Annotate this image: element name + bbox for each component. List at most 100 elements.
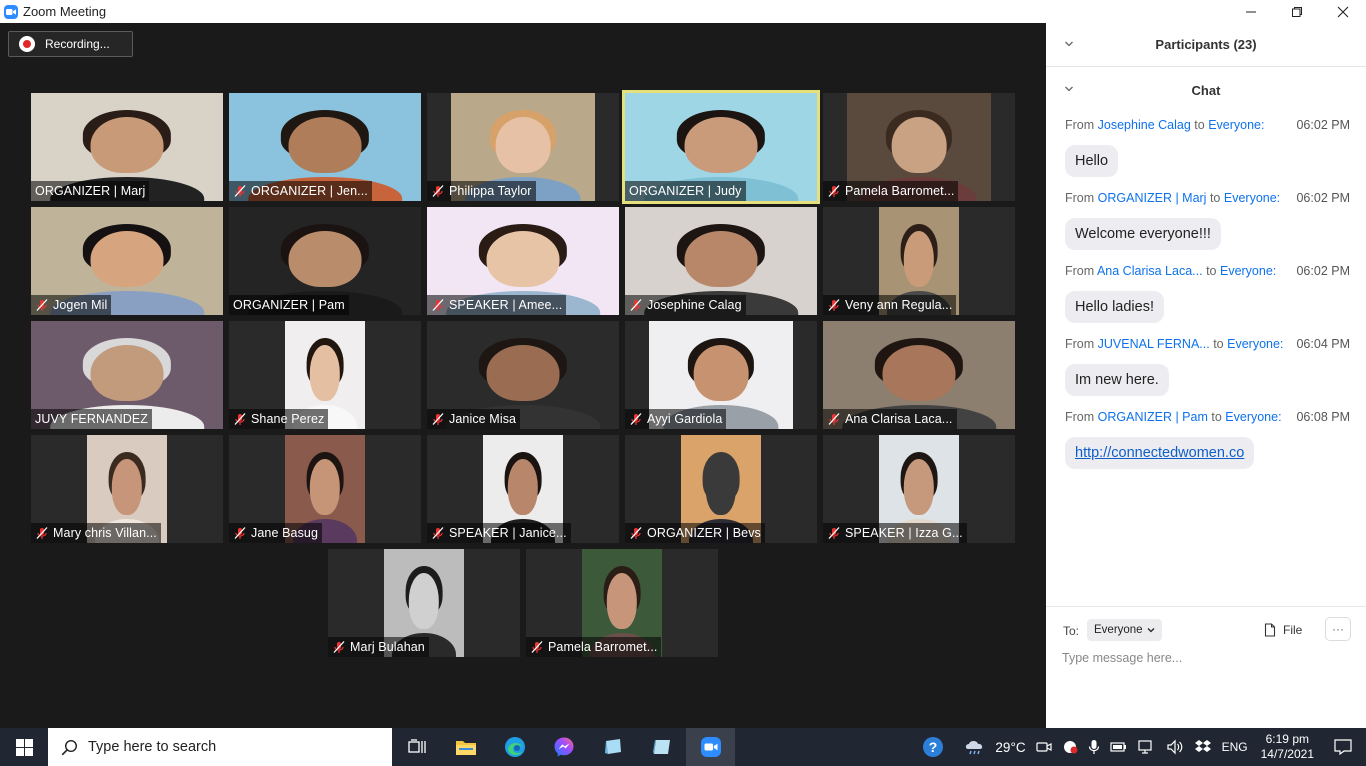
from-label: From [1065, 337, 1095, 351]
mic-muted-icon [332, 640, 346, 654]
chat-recipient[interactable]: Everyone: [1225, 410, 1281, 424]
participant-tile[interactable]: SPEAKER | Amee... [427, 207, 619, 315]
chat-link[interactable]: http://connectedwomen.co [1065, 437, 1255, 469]
volume-icon [1166, 739, 1182, 755]
participant-name: ORGANIZER | Jen... [251, 184, 368, 198]
chat-recipient[interactable]: Everyone: [1208, 118, 1264, 132]
mic-muted-icon [827, 184, 841, 198]
edge-browser-button[interactable] [490, 728, 539, 766]
mic-muted-icon [827, 298, 841, 312]
participant-tile[interactable]: Marj Bulahan [328, 549, 520, 657]
chat-recipient[interactable]: Everyone: [1224, 191, 1280, 205]
help-button[interactable]: ? [917, 728, 949, 766]
participant-name-tag: ORGANIZER | Bevs [625, 523, 765, 543]
mic-muted-icon [827, 526, 841, 540]
participant-tile[interactable]: Mary chris Villan... [31, 435, 223, 543]
weather-temperature: 29°C [995, 739, 1026, 755]
input-language[interactable]: ENG [1217, 728, 1253, 766]
meet-now-button[interactable] [1031, 728, 1057, 766]
task-view-button[interactable] [392, 728, 441, 766]
mic-muted-icon [629, 412, 643, 426]
maximize-button[interactable] [1274, 0, 1320, 23]
chat-sender[interactable]: ORGANIZER | Pam [1098, 410, 1208, 424]
close-button[interactable] [1320, 0, 1366, 23]
participant-name-tag: ORGANIZER | Pam [229, 295, 349, 315]
participant-tile[interactable]: Philippa Taylor [427, 93, 619, 201]
chat-recipient[interactable]: Everyone: [1227, 337, 1283, 351]
taskbar-search[interactable]: Type here to search [48, 728, 392, 766]
recipient-dropdown[interactable]: Everyone [1087, 619, 1162, 641]
chat-sender[interactable]: ORGANIZER | Marj [1098, 191, 1207, 205]
chat-message-input[interactable] [1062, 651, 1352, 665]
sticky-notes-button[interactable] [588, 728, 637, 766]
file-button[interactable]: File [1264, 619, 1302, 641]
chat-message-meta: From ORGANIZER | Pam to Everyone: 06:08 P… [1065, 410, 1350, 428]
participant-tile[interactable]: Janice Misa [427, 321, 619, 429]
participant-tile[interactable]: Ayyi Gardiola [625, 321, 817, 429]
chat-sender[interactable]: JUVENAL FERNA... [1098, 337, 1210, 351]
network-icon [1137, 740, 1152, 754]
more-icon: ··· [1332, 622, 1344, 636]
dropbox-tray-button[interactable] [1189, 728, 1217, 766]
file-explorer-button[interactable] [441, 728, 490, 766]
participant-tile[interactable]: ORGANIZER | Bevs [625, 435, 817, 543]
participant-name: Veny ann Regula... [845, 298, 953, 312]
weather-widget[interactable]: 29°C [949, 728, 1030, 766]
participant-name-tag: Jane Basug [229, 523, 323, 543]
participant-tile[interactable]: Pamela Barromet... [823, 93, 1015, 201]
participant-tile[interactable]: Shane Perez [229, 321, 421, 429]
participant-tile[interactable]: Veny ann Regula... [823, 207, 1015, 315]
participant-tile[interactable]: ORGANIZER | Jen... [229, 93, 421, 201]
folder-icon [455, 741, 476, 755]
sticky-notes-icon [604, 739, 621, 754]
participant-name: Pamela Barromet... [548, 640, 658, 654]
chat-message-meta: From Ana Clarisa Laca... to Everyone: 06:… [1065, 264, 1350, 282]
notification-center-button[interactable] [1322, 728, 1366, 766]
volume-tray-button[interactable] [1161, 728, 1189, 766]
participants-header[interactable]: Participants (23) [1046, 23, 1366, 67]
battery-tray-button[interactable] [1105, 728, 1133, 766]
participant-tile[interactable]: ORGANIZER | Pam [229, 207, 421, 315]
chat-message-meta: From ORGANIZER | Marj to Everyone: 06:02 … [1065, 191, 1350, 209]
participant-name-tag: Pamela Barromet... [823, 181, 959, 201]
mic-muted-icon [35, 298, 49, 312]
zoom-taskbar-button[interactable] [686, 728, 735, 766]
participant-tile[interactable]: SPEAKER | Janice... [427, 435, 619, 543]
participant-tile[interactable]: Jogen Mil [31, 207, 223, 315]
participant-tile[interactable]: ORGANIZER | Marj [31, 93, 223, 201]
participant-tile[interactable]: ORGANIZER | Judy [622, 90, 820, 204]
chat-recipient[interactable]: Everyone: [1220, 264, 1276, 278]
minimize-button[interactable] [1228, 0, 1274, 23]
zoom-tray-button[interactable] [1057, 728, 1083, 766]
microphone-tray-button[interactable] [1083, 728, 1105, 766]
mic-muted-icon [431, 526, 445, 540]
participant-name: SPEAKER | Amee... [449, 298, 563, 312]
recording-indicator[interactable]: Recording... [8, 31, 133, 57]
participant-tile[interactable]: Pamela Barromet... [526, 549, 718, 657]
participant-name: Josephine Calag [647, 298, 742, 312]
participant-tile[interactable]: SPEAKER | Izza G... [823, 435, 1015, 543]
chevron-down-icon [1147, 628, 1155, 633]
to-word: to [1209, 191, 1221, 205]
restore-icon [1292, 6, 1302, 17]
chat-sender[interactable]: Ana Clarisa Laca... [1097, 264, 1203, 278]
chat-sender[interactable]: Josephine Calag [1098, 118, 1191, 132]
chat-compose: To: Everyone File ··· [1046, 606, 1366, 728]
participant-name: Shane Perez [251, 412, 325, 426]
participant-tile[interactable]: JUVY FERNANDEZ [31, 321, 223, 429]
mic-muted-icon [629, 298, 643, 312]
participant-name-tag: Marj Bulahan [328, 637, 429, 657]
notes-button[interactable] [637, 728, 686, 766]
chat-timestamp: 06:02 PM [1296, 264, 1350, 278]
participant-tile[interactable]: Ana Clarisa Laca... [823, 321, 1015, 429]
participant-tile[interactable]: Josephine Calag [625, 207, 817, 315]
messenger-button[interactable] [539, 728, 588, 766]
taskbar-clock[interactable]: 6:19 pm 14/7/2021 [1253, 732, 1322, 762]
title-bar: Zoom Meeting [0, 0, 1366, 23]
chat-header[interactable]: Chat [1046, 68, 1366, 112]
participant-tile[interactable]: Jane Basug [229, 435, 421, 543]
network-tray-button[interactable] [1133, 728, 1161, 766]
mic-muted-icon [827, 412, 841, 426]
start-button[interactable] [0, 728, 48, 766]
more-options-button[interactable]: ··· [1325, 617, 1351, 641]
